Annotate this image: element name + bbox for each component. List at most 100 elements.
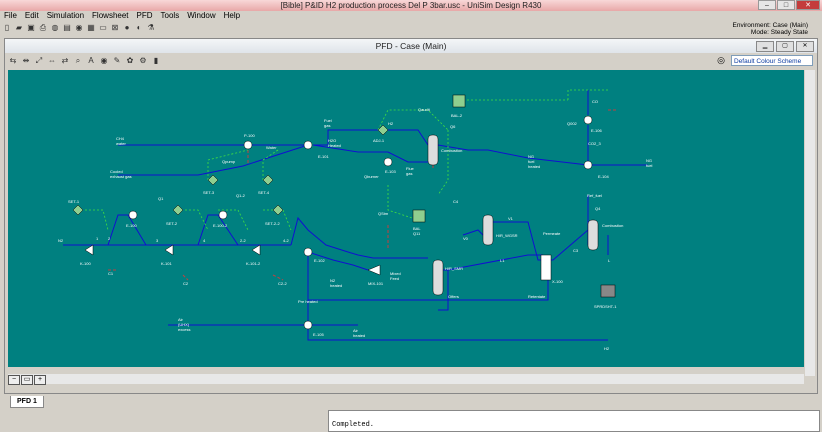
spreadsheet-icon[interactable] [600, 284, 616, 298]
balance-bal-icon[interactable] [412, 209, 426, 223]
label-x100: X-100 [552, 279, 563, 284]
minimize-button[interactable]: – [758, 0, 776, 10]
label-l1: L1 [500, 258, 505, 263]
label-qaudit: Qaudit [418, 107, 431, 112]
pfd-icon[interactable]: ▭ [98, 23, 108, 33]
label-smr: H/R_SMR [445, 266, 463, 271]
object-palette-icon[interactable]: ▮ [151, 56, 161, 66]
app-title: [Bible] P&ID H2 production process Del P… [280, 1, 542, 10]
heat-exchanger-e105-icon[interactable] [303, 320, 313, 330]
attach-icon[interactable]: ⇆ [8, 56, 18, 66]
vertical-scrollbar[interactable] [805, 70, 815, 376]
label-qburner: Qburner [364, 174, 379, 179]
pencil-icon[interactable]: ✎ [112, 56, 122, 66]
reactor-smr-icon[interactable] [432, 259, 444, 296]
close-button[interactable]: ✕ [796, 0, 820, 10]
reactor-combustion-icon[interactable] [427, 134, 439, 166]
label-v1: V1 [508, 216, 514, 221]
horizontal-scrollbar[interactable] [8, 374, 804, 384]
heat-exchanger-e101-icon[interactable] [303, 140, 313, 150]
tab-pfd1[interactable]: PFD 1 [10, 396, 44, 408]
print-icon[interactable]: ⎙ [38, 23, 48, 33]
app-title-bar: [Bible] P&ID H2 production process Del P… [0, 0, 822, 11]
pfd-maximize-button[interactable]: ▢ [776, 41, 794, 52]
palette-icon[interactable]: ✿ [125, 56, 135, 66]
membrane-x100-icon[interactable] [540, 254, 552, 281]
menu-help[interactable]: Help [220, 11, 244, 21]
menu-pfd[interactable]: PFD [133, 11, 157, 21]
label-set2: SET-2 [166, 221, 178, 226]
zoom-icon[interactable]: ⌕ [73, 56, 83, 66]
size-mode-icon[interactable]: ⇔ [47, 56, 57, 66]
menu-window[interactable]: Window [183, 11, 219, 21]
auto-position-icon[interactable]: ⤢ [34, 56, 44, 66]
label-e104: E-104 [598, 174, 609, 179]
pfd-canvas[interactable]: SET-1 K-100 N2 1 2 C1 E-100 Q1 3 SET-2 K… [8, 70, 804, 367]
find-icon[interactable]: ◉ [99, 56, 109, 66]
label-e1002: E-100-2 [213, 223, 228, 228]
environment-label: Environment: Case (Main) [732, 22, 809, 29]
workbook-icon[interactable]: ▤ [62, 23, 72, 33]
label-q4: Q4 [595, 206, 601, 211]
menu-file[interactable]: File [0, 11, 21, 21]
pfd-close-button[interactable]: ✕ [796, 41, 814, 52]
label-q6: Q6 [450, 124, 456, 129]
components-icon[interactable]: ◍ [50, 23, 60, 33]
new-file-icon[interactable]: ▯ [2, 23, 12, 33]
heat-exchanger-e100-icon[interactable] [128, 210, 138, 220]
heat-exchanger-e106-icon[interactable] [583, 115, 593, 125]
reactor-wgsr-icon[interactable] [482, 214, 494, 246]
flask-icon[interactable]: ⚗ [146, 23, 156, 33]
colour-scheme-select[interactable]: Default Colour Scheme [731, 55, 813, 66]
label-heated: Heated [328, 143, 341, 148]
pfd-minimize-button[interactable]: ▁ [756, 41, 774, 52]
heat-exchanger-e1002-icon[interactable] [218, 210, 228, 220]
material-streams [63, 90, 648, 341]
open-folder-icon[interactable]: ▰ [14, 23, 24, 33]
pfd-window-controls: ▁ ▢ ✕ [756, 41, 814, 52]
heat-exchanger-e104-icon[interactable] [583, 160, 593, 170]
menu-simulation[interactable]: Simulation [43, 11, 88, 21]
label-k100: K-100 [80, 261, 91, 266]
heat-exchanger-e103-icon[interactable] [383, 157, 393, 167]
composite-icon[interactable]: ⊠ [110, 23, 120, 33]
label-set4: SET-4 [258, 190, 270, 195]
balance-bal2-icon[interactable] [452, 94, 466, 108]
menu-tools[interactable]: Tools [157, 11, 184, 21]
pfd-toolbar: ⇆ ⇹ ⤢ ⇔ ⇄ ⌕ A ◉ ✎ ✿ ⚙ ▮ [5, 54, 820, 68]
heat-exchanger-e102-icon[interactable] [303, 247, 313, 257]
zoom-in-button[interactable]: + [34, 375, 46, 385]
text-annotation-icon[interactable]: A [86, 56, 96, 66]
zoom-fit-button[interactable]: ▭ [21, 375, 33, 385]
label-c4: C4 [453, 199, 459, 204]
set-set1-icon[interactable] [72, 204, 84, 216]
menu-flowsheet[interactable]: Flowsheet [88, 11, 132, 21]
maximize-button[interactable]: □ [777, 0, 795, 10]
set-set4-icon[interactable] [262, 174, 274, 186]
label-wgsr: H/R_WGSR [496, 233, 518, 238]
menu-edit[interactable]: Edit [21, 11, 43, 21]
swap-icon[interactable]: ⇄ [60, 56, 70, 66]
break-connection-icon[interactable]: ⇹ [21, 56, 31, 66]
compressor-k100-icon[interactable] [84, 244, 94, 256]
label-set22: SET-2-2 [265, 221, 280, 226]
save-icon[interactable]: ▣ [26, 23, 36, 33]
pump-p100-icon[interactable] [243, 140, 253, 150]
label-v0: V0 [463, 236, 469, 241]
solver-hold-icon[interactable]: ◐ [134, 23, 144, 33]
set-set2-icon[interactable] [172, 204, 184, 216]
zoom-out-button[interactable]: − [8, 375, 20, 385]
settings-icon[interactable]: ⚙ [138, 56, 148, 66]
binoculars-icon[interactable]: ◉ [74, 23, 84, 33]
mixer-mix101-icon[interactable] [367, 264, 381, 276]
set-set3-icon[interactable] [207, 174, 219, 186]
colour-scheme-icon[interactable]: ◎ [717, 55, 725, 66]
reactor-combustion2-icon[interactable] [587, 219, 599, 251]
compressor-k101-icon[interactable] [164, 244, 174, 256]
solver-active-icon[interactable]: ● [122, 23, 132, 33]
object-navigator-icon[interactable]: ▦ [86, 23, 96, 33]
label-e101: E-101 [318, 154, 329, 159]
compressor-k1012-icon[interactable] [251, 244, 261, 256]
set-set22-icon[interactable] [272, 204, 284, 216]
adjust-adj1-icon[interactable] [377, 124, 389, 136]
